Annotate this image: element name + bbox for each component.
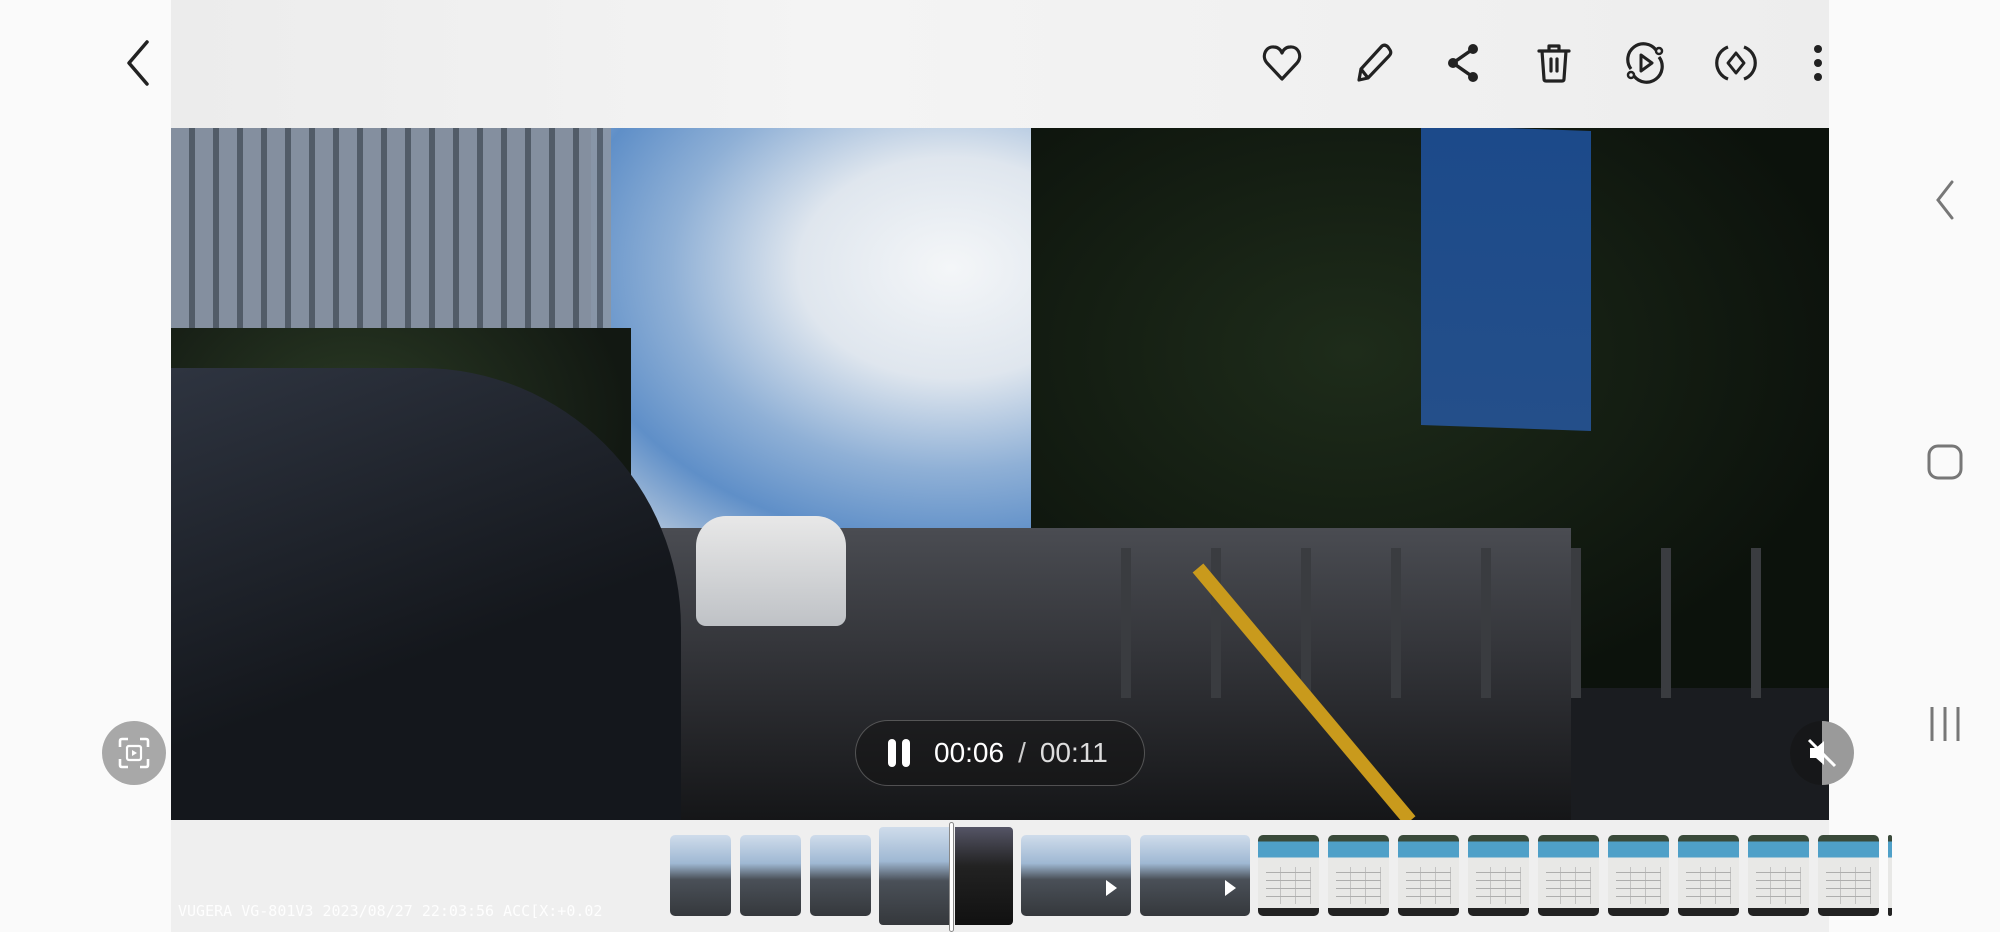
filmstrip-thumb-video[interactable] — [1021, 835, 1131, 916]
video-banner — [1421, 128, 1591, 431]
chevron-left-icon — [127, 40, 149, 86]
playhead-scrubber[interactable] — [949, 822, 954, 932]
speaker-muted-icon — [1807, 738, 1837, 768]
filmstrip-thumb-image[interactable] — [1888, 835, 1892, 916]
filmstrip-thumb-image[interactable] — [1468, 835, 1529, 916]
filmstrip-thumb[interactable] — [670, 835, 731, 916]
pencil-icon — [1357, 43, 1393, 82]
back-button[interactable] — [110, 38, 166, 88]
filmstrip-thumb-image[interactable] — [1328, 835, 1389, 916]
loop-play-icon — [1626, 42, 1664, 84]
play-icon — [1106, 880, 1117, 897]
loop-video-button[interactable] — [1620, 38, 1670, 88]
share-button[interactable] — [1438, 38, 1488, 88]
filmstrip-thumb[interactable] — [810, 835, 871, 916]
home-square-icon — [1927, 444, 1963, 480]
delete-button[interactable] — [1529, 38, 1579, 88]
more-vertical-icon — [1814, 45, 1822, 81]
current-time: 00:06 — [934, 737, 1005, 768]
filmstrip-thumb-image[interactable] — [1818, 835, 1879, 916]
filmstrip-thumb[interactable] — [740, 835, 801, 916]
filmstrip-thumb-current[interactable] — [955, 827, 1013, 925]
capture-icon — [118, 737, 150, 769]
top-toolbar — [171, 0, 1829, 128]
playback-controls: 00:06 / 00:11 — [855, 720, 1145, 786]
trash-icon — [1537, 44, 1571, 83]
capture-frame-button[interactable] — [102, 721, 166, 785]
filmstrip-thumb-current[interactable] — [879, 827, 949, 925]
total-time: 00:11 — [1039, 737, 1108, 768]
video-frame[interactable] — [171, 128, 1829, 820]
heart-icon — [1262, 45, 1302, 81]
video-overlay-text: VUGERA VG-801V3 2023/08/27 22:03:56 ACC[… — [178, 902, 603, 920]
nav-back-button[interactable] — [1920, 175, 1970, 225]
filmstrip-thumb-image[interactable] — [1608, 835, 1669, 916]
rotate-button[interactable] — [1711, 38, 1761, 88]
filmstrip-thumb-image[interactable] — [1538, 835, 1599, 916]
chevron-left-icon — [1936, 180, 1954, 220]
favorite-button[interactable] — [1257, 38, 1307, 88]
rotate-icon — [1715, 45, 1757, 81]
nav-home-button[interactable] — [1920, 437, 1970, 487]
pause-button[interactable] — [884, 733, 914, 773]
time-separator: / — [1018, 737, 1026, 768]
share-icon — [1448, 44, 1478, 82]
mute-toggle-button[interactable] — [1790, 721, 1854, 785]
nav-recents-button[interactable] — [1920, 699, 1970, 749]
more-options-button[interactable] — [1802, 38, 1834, 88]
video-car — [696, 516, 846, 626]
video-fence — [1121, 548, 1829, 698]
filmstrip-thumb-image[interactable] — [1678, 835, 1739, 916]
filmstrip-thumb-video[interactable] — [1140, 835, 1250, 916]
filmstrip-thumb-image[interactable] — [1748, 835, 1809, 916]
recents-icon — [1930, 707, 1960, 741]
filmstrip-thumb-image[interactable] — [1398, 835, 1459, 916]
edit-button[interactable] — [1348, 38, 1398, 88]
pause-icon — [888, 739, 910, 767]
play-icon — [1225, 880, 1236, 897]
filmstrip-thumb-image[interactable] — [1258, 835, 1319, 916]
